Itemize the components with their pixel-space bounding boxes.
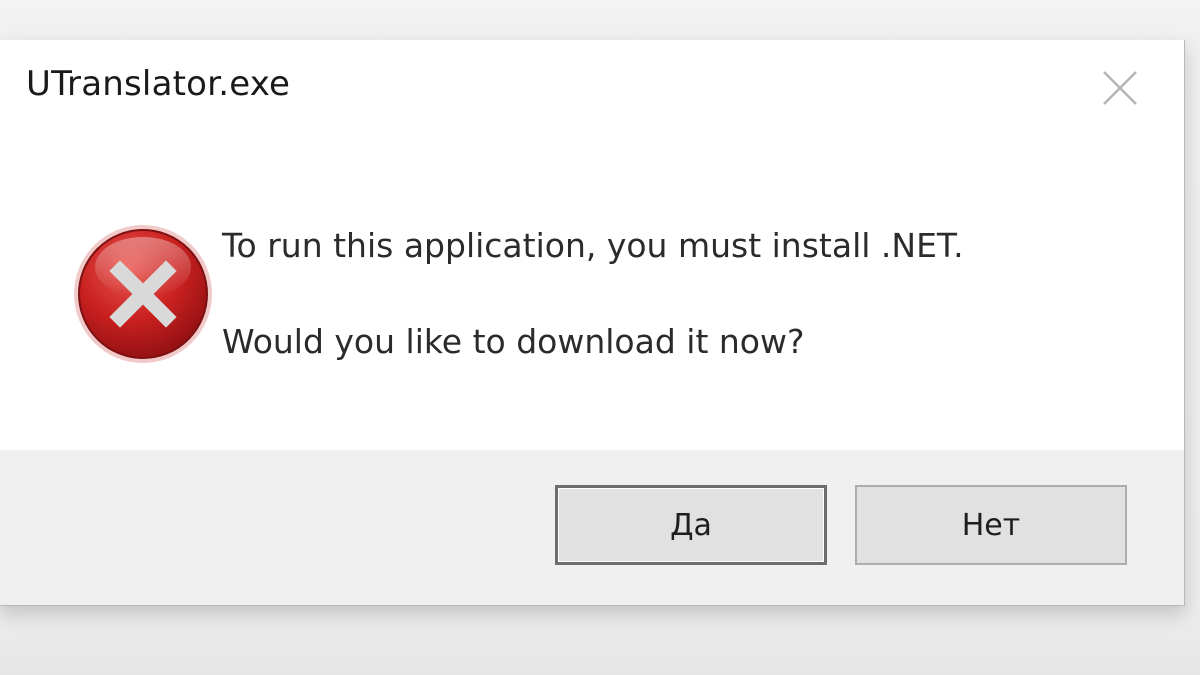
yes-button[interactable]: Да: [555, 485, 827, 565]
message-line-1: To run this application, you must instal…: [222, 226, 964, 265]
window-title: UTranslator.exe: [26, 64, 291, 104]
button-bar: Да Нет: [0, 450, 1184, 605]
title-bar[interactable]: UTranslator.exe: [0, 40, 1184, 132]
message-line-2: Would you like to download it now?: [222, 322, 805, 361]
no-button[interactable]: Нет: [855, 485, 1127, 565]
screen-background: UTranslator.exe To run this application,…: [0, 0, 1200, 675]
error-icon: [74, 225, 212, 363]
message-area: To run this application, you must instal…: [0, 132, 1184, 450]
close-icon: [1103, 71, 1137, 105]
close-button[interactable]: [1092, 60, 1148, 116]
message-box-dialog: UTranslator.exe To run this application,…: [0, 40, 1185, 606]
